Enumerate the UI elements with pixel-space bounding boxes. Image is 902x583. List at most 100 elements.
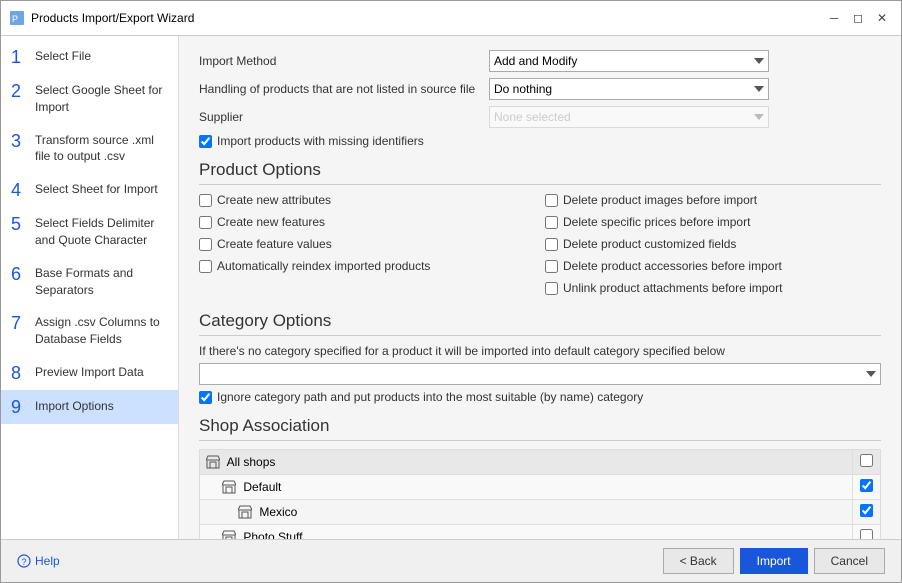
- create-attributes-label: Create new attributes: [217, 193, 331, 207]
- sidebar-num-1: 1: [11, 48, 27, 66]
- import-missing-label: Import products with missing identifiers: [217, 134, 424, 148]
- ignore-category-checkbox[interactable]: [199, 391, 212, 404]
- import-button[interactable]: Import: [740, 548, 808, 574]
- delete-prices-checkbox[interactable]: [545, 216, 558, 229]
- delete-images-label: Delete product images before import: [563, 193, 757, 207]
- sidebar-item-google-sheet[interactable]: 2 Select Google Sheet for Import: [1, 74, 178, 124]
- sidebar-num-7: 7: [11, 314, 27, 332]
- create-feature-values-checkbox[interactable]: [199, 238, 212, 251]
- sidebar-item-delimiter[interactable]: 5 Select Fields Delimiter and Quote Char…: [1, 207, 178, 257]
- sidebar-item-transform[interactable]: 3 Transform source .xml file to output .…: [1, 124, 178, 174]
- delete-customized-label: Delete product customized fields: [563, 237, 736, 251]
- category-options-title: Category Options: [199, 311, 881, 336]
- import-method-control: Add and Modify: [489, 50, 769, 72]
- opt-create-attributes: Create new attributes: [199, 193, 535, 207]
- sidebar-num-5: 5: [11, 215, 27, 233]
- store-icon: [206, 455, 220, 469]
- footer-buttons: < Back Import Cancel: [663, 548, 885, 574]
- import-missing-checkbox[interactable]: [199, 135, 212, 148]
- opt-create-features: Create new features: [199, 215, 535, 229]
- store-icon-photo-stuff: [222, 530, 236, 539]
- close-button[interactable]: ✕: [871, 7, 893, 29]
- shop-photo-stuff-checkbox[interactable]: [860, 529, 873, 539]
- ignore-category-label: Ignore category path and put products in…: [217, 390, 643, 404]
- import-method-dropdown[interactable]: Add and Modify: [489, 50, 769, 72]
- sidebar-item-select-sheet[interactable]: 4 Select Sheet for Import: [1, 173, 178, 207]
- category-default-dropdown[interactable]: [199, 363, 881, 385]
- ignore-category-row: Ignore category path and put products in…: [199, 390, 881, 404]
- sidebar-item-preview[interactable]: 8 Preview Import Data: [1, 356, 178, 390]
- help-link[interactable]: ? Help: [17, 554, 60, 568]
- opt-delete-accessories: Delete product accessories before import: [545, 259, 881, 273]
- delete-images-checkbox[interactable]: [545, 194, 558, 207]
- titlebar-controls: ─ ◻ ✕: [823, 7, 893, 29]
- shop-mexico-name: Mexico: [200, 500, 853, 525]
- sidebar-item-select-file[interactable]: 1 Select File: [1, 40, 178, 74]
- shop-photo-stuff-checkbox-cell: [853, 525, 881, 540]
- sidebar-item-import-options[interactable]: 9 Import Options: [1, 390, 178, 424]
- sidebar-label-1: Select File: [35, 48, 91, 65]
- shop-default-checkbox-cell: [853, 475, 881, 500]
- sidebar-label-2: Select Google Sheet for Import: [35, 82, 168, 116]
- help-label: Help: [35, 554, 60, 568]
- main-content: Import Method Add and Modify Handling of…: [179, 36, 901, 539]
- sidebar-num-3: 3: [11, 132, 27, 150]
- opt-delete-customized: Delete product customized fields: [545, 237, 881, 251]
- shop-row-mexico: Mexico: [200, 500, 881, 525]
- sidebar-num-2: 2: [11, 82, 27, 100]
- auto-reindex-checkbox[interactable]: [199, 260, 212, 273]
- shop-all-shops-checkbox[interactable]: [860, 454, 873, 467]
- sidebar-label-4: Select Sheet for Import: [35, 181, 158, 198]
- import-method-label: Import Method: [199, 54, 489, 68]
- sidebar-item-formats[interactable]: 6 Base Formats and Separators: [1, 257, 178, 307]
- opt-delete-prices: Delete specific prices before import: [545, 215, 881, 229]
- titlebar: P Products Import/Export Wizard ─ ◻ ✕: [1, 1, 901, 36]
- import-missing-row: Import products with missing identifiers: [199, 134, 881, 148]
- sidebar-num-9: 9: [11, 398, 27, 416]
- shop-photo-stuff-name: Photo Stuff: [200, 525, 853, 540]
- shop-default-checkbox[interactable]: [860, 479, 873, 492]
- app-icon: P: [9, 10, 25, 26]
- sidebar-label-7: Assign .csv Columns to Database Fields: [35, 314, 168, 348]
- handling-control: Do nothing: [489, 78, 769, 100]
- shop-row-default: Default: [200, 475, 881, 500]
- opt-unlink-attachments: Unlink product attachments before import: [545, 281, 881, 295]
- shop-table: All shops Defaul: [199, 449, 881, 539]
- opt-create-feature-values: Create feature values: [199, 237, 535, 251]
- svg-text:P: P: [12, 14, 18, 24]
- minimize-button[interactable]: ─: [823, 7, 845, 29]
- shop-all-shops-name: All shops: [200, 450, 853, 475]
- create-attributes-checkbox[interactable]: [199, 194, 212, 207]
- create-features-label: Create new features: [217, 215, 325, 229]
- main-window: P Products Import/Export Wizard ─ ◻ ✕ 1 …: [0, 0, 902, 583]
- category-note: If there's no category specified for a p…: [199, 344, 881, 358]
- create-features-checkbox[interactable]: [199, 216, 212, 229]
- supplier-dropdown[interactable]: None selected: [489, 106, 769, 128]
- delete-accessories-checkbox[interactable]: [545, 260, 558, 273]
- sidebar-label-8: Preview Import Data: [35, 364, 144, 381]
- shop-row-photo-stuff: Photo Stuff: [200, 525, 881, 540]
- shop-mexico-checkbox[interactable]: [860, 504, 873, 517]
- svg-text:?: ?: [22, 557, 27, 567]
- shop-all-shops-checkbox-cell: [853, 450, 881, 475]
- product-options-left: Create new attributes Create new feature…: [199, 193, 535, 299]
- delete-customized-checkbox[interactable]: [545, 238, 558, 251]
- supplier-control: None selected: [489, 106, 769, 128]
- window-title: Products Import/Export Wizard: [31, 11, 194, 25]
- store-icon-default: [222, 480, 236, 494]
- unlink-attachments-checkbox[interactable]: [545, 282, 558, 295]
- opt-auto-reindex: Automatically reindex imported products: [199, 259, 535, 273]
- delete-prices-label: Delete specific prices before import: [563, 215, 750, 229]
- back-button[interactable]: < Back: [663, 548, 734, 574]
- maximize-button[interactable]: ◻: [847, 7, 869, 29]
- sidebar-item-assign-columns[interactable]: 7 Assign .csv Columns to Database Fields: [1, 306, 178, 356]
- shop-row-all-shops: All shops: [200, 450, 881, 475]
- cancel-button[interactable]: Cancel: [814, 548, 885, 574]
- delete-accessories-label: Delete product accessories before import: [563, 259, 782, 273]
- handling-dropdown[interactable]: Do nothing: [489, 78, 769, 100]
- import-method-row: Import Method Add and Modify: [199, 50, 881, 72]
- sidebar: 1 Select File 2 Select Google Sheet for …: [1, 36, 179, 539]
- opt-delete-images: Delete product images before import: [545, 193, 881, 207]
- shop-association-title: Shop Association: [199, 416, 881, 441]
- titlebar-left: P Products Import/Export Wizard: [9, 10, 194, 26]
